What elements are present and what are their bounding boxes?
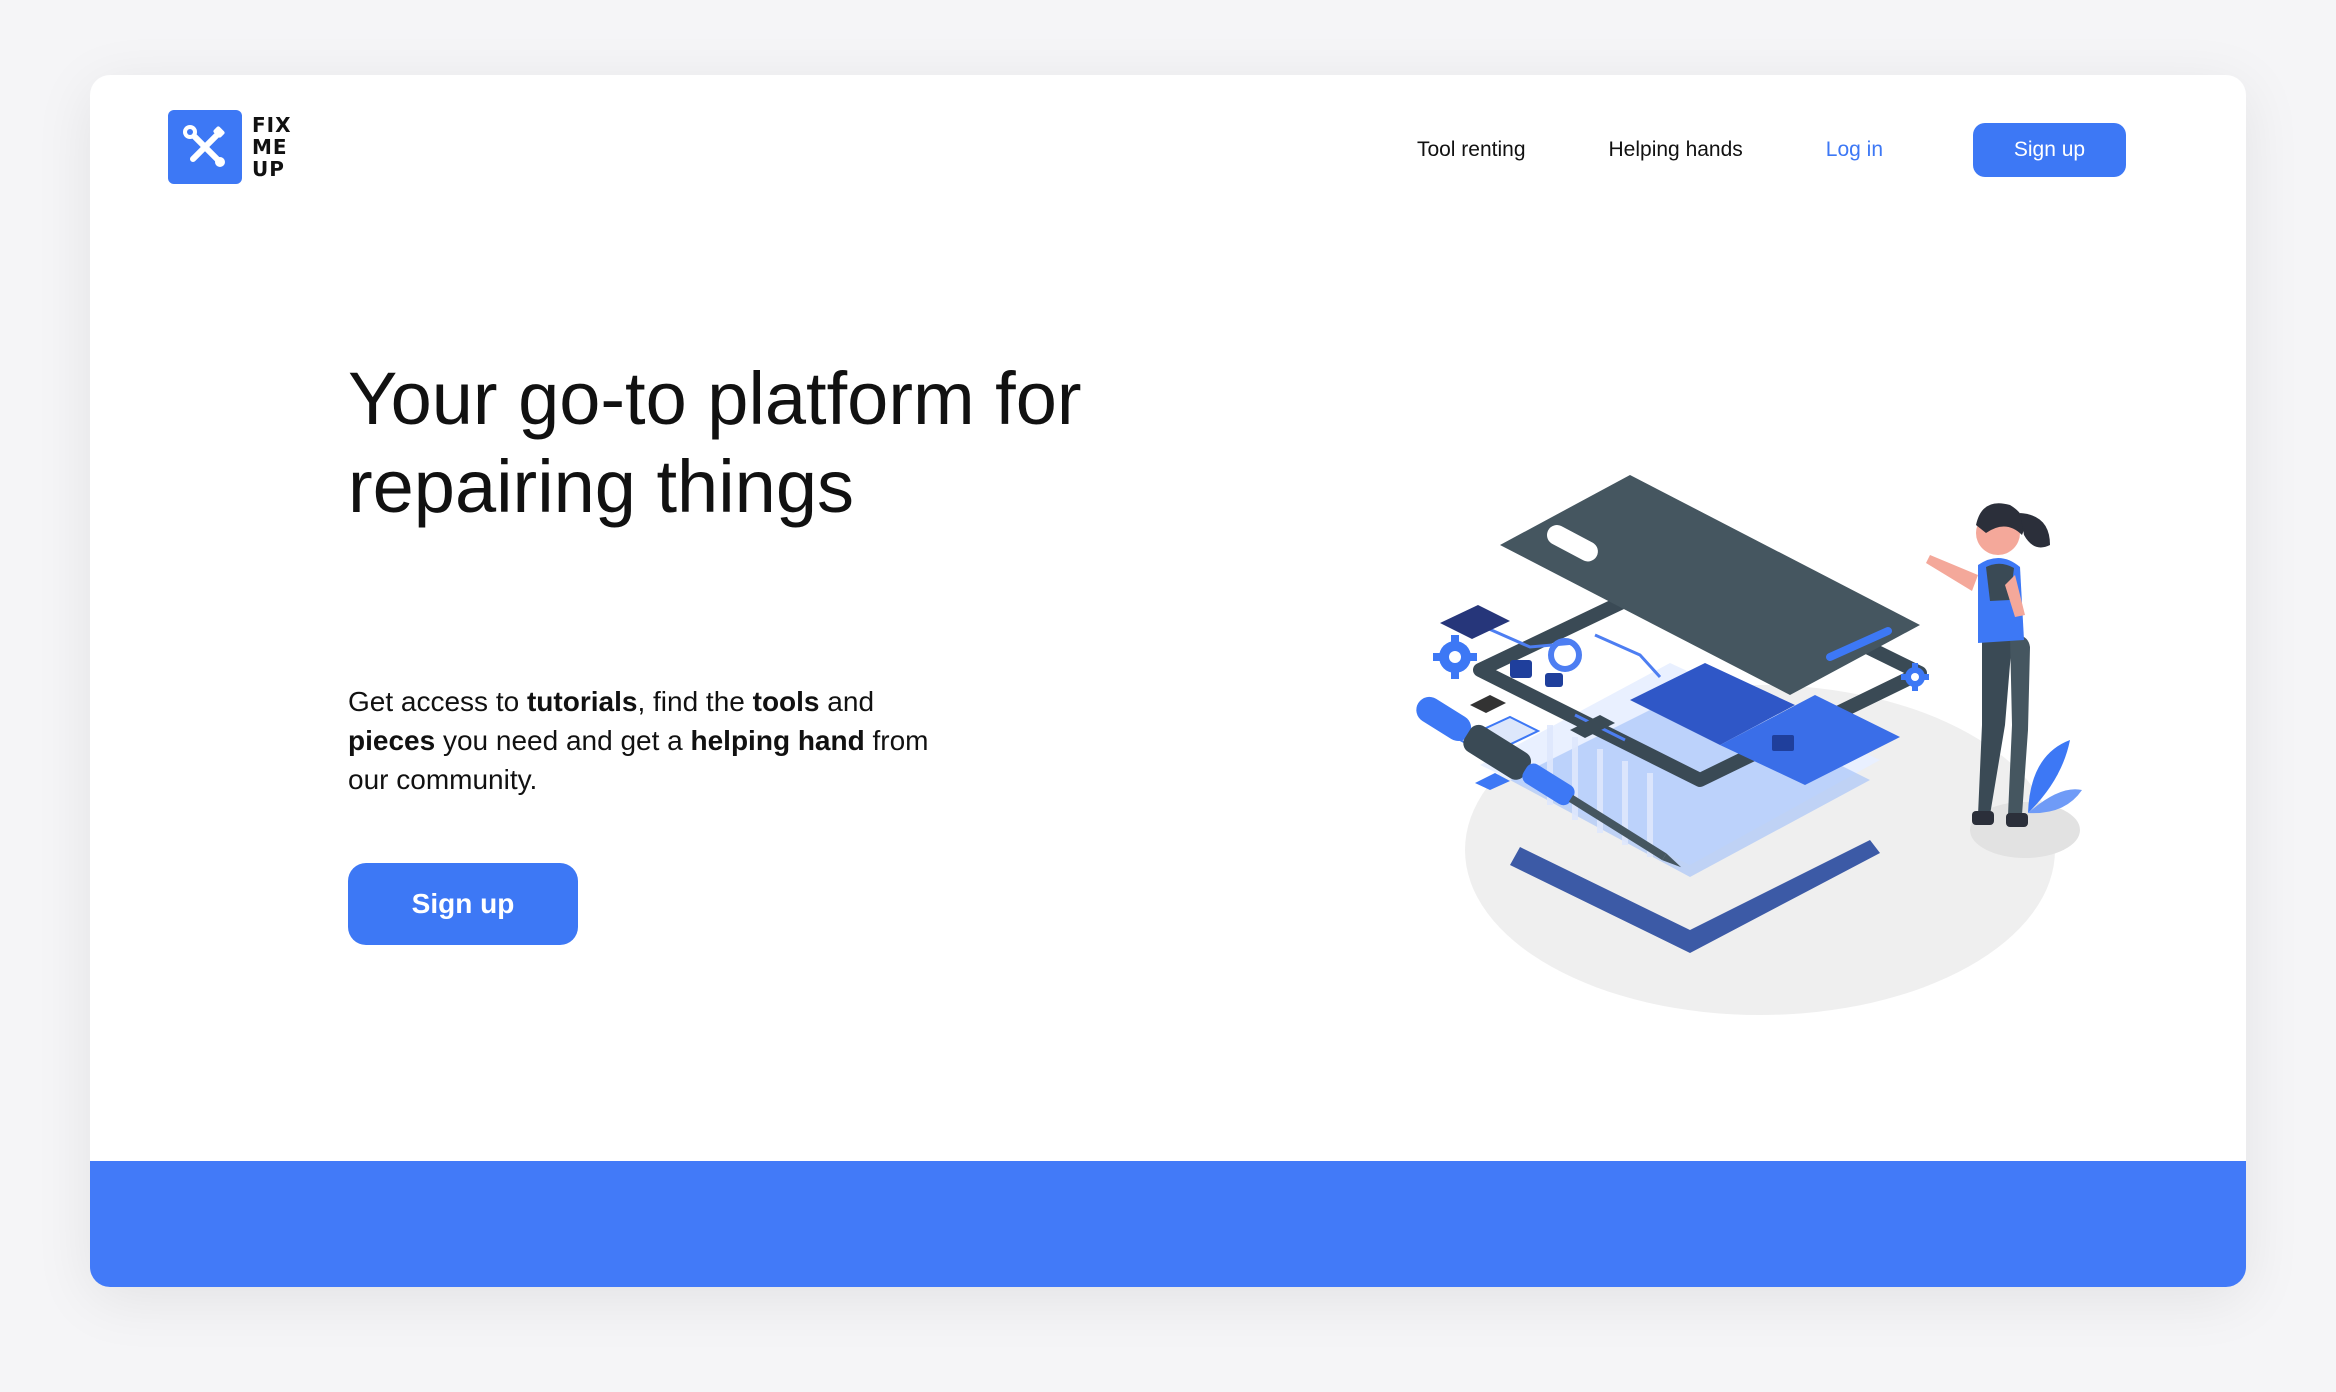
- headline-line-1: Your go-to platform for: [348, 357, 1082, 440]
- sub-bold: pieces: [348, 725, 436, 756]
- sub-bold: tools: [752, 686, 820, 717]
- logo-text: FIX ME UP: [252, 114, 292, 180]
- footer-band: [90, 1161, 2246, 1287]
- sub-text: our community.: [348, 764, 538, 795]
- logo-line-fix: FIX: [252, 113, 292, 137]
- sub-bold: tutorials: [526, 686, 638, 717]
- headline-line-2: repairing things: [348, 445, 854, 528]
- nav-signup-button[interactable]: Sign up: [1973, 123, 2126, 177]
- logo-line-up: UP: [252, 157, 285, 181]
- sub-bold: helping hand: [690, 725, 865, 756]
- sub-text: from: [864, 725, 929, 756]
- nav-tool-renting[interactable]: Tool renting: [1417, 138, 1526, 162]
- top-nav: Tool renting Helping hands Log in Sign u…: [1417, 123, 2246, 177]
- page-card: FIX ME UP Tool renting Helping hands Log…: [90, 75, 2246, 1287]
- wrench-screwdriver-icon: [168, 110, 242, 184]
- hero-description: Get access to tutorials, find the tools …: [348, 682, 1048, 799]
- logo[interactable]: FIX ME UP: [168, 110, 292, 184]
- login-link[interactable]: Log in: [1826, 138, 1883, 162]
- page-title: Your go-to platform for repairing things: [348, 355, 1248, 531]
- phone-repair-illustration: [1360, 385, 2120, 1025]
- hero-signup-button[interactable]: Sign up: [348, 863, 578, 945]
- sub-text: , find the: [637, 686, 753, 717]
- nav-helping-hands[interactable]: Helping hands: [1609, 138, 1743, 162]
- sub-text: Get access to: [348, 686, 527, 717]
- sub-text: you need and get a: [435, 725, 691, 756]
- logo-line-me: ME: [252, 135, 288, 159]
- sub-text: and: [819, 686, 875, 717]
